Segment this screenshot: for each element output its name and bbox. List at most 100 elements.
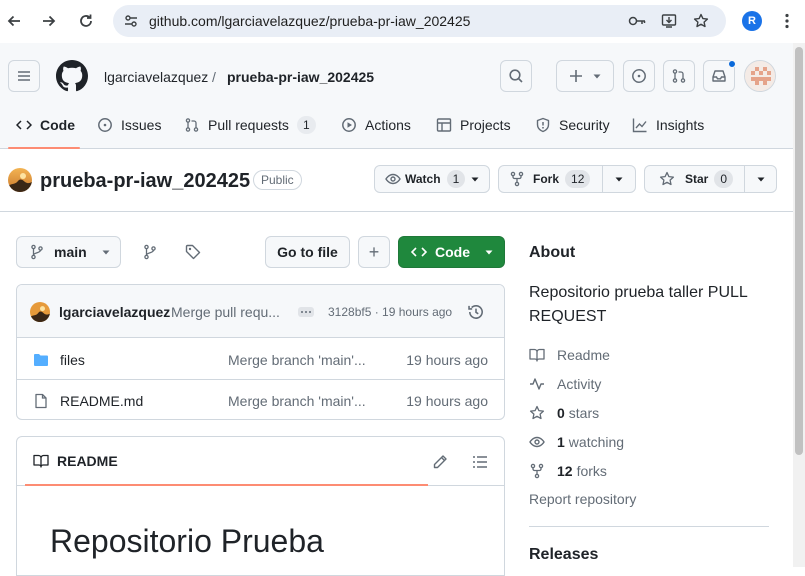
star-button[interactable]: Star 0 — [644, 165, 777, 193]
file-name[interactable]: files — [60, 352, 85, 368]
sidebar-stars-link[interactable]: 0 stars — [529, 403, 599, 423]
sidebar-readme-label: Readme — [557, 347, 610, 363]
edit-pencil-icon[interactable] — [432, 454, 448, 470]
sidebar-watching-link[interactable]: 1 watching — [529, 432, 624, 452]
issue-opened-icon — [98, 118, 112, 132]
hamburger-menu-button[interactable] — [8, 60, 40, 92]
readme-tab[interactable]: README — [33, 453, 118, 469]
file-icon — [33, 393, 49, 409]
watching-count: 1 — [557, 434, 565, 450]
sidebar-activity-link[interactable]: Activity — [529, 374, 601, 394]
readme-heading: Repositorio Prueba — [50, 523, 324, 559]
code-dropdown-button[interactable]: Code — [398, 236, 505, 268]
watch-main[interactable]: Watch 1 — [375, 166, 466, 192]
fork-main[interactable]: Fork 12 — [499, 166, 591, 192]
tab-projects[interactable]: Projects — [436, 113, 511, 137]
code-icon — [16, 120, 32, 130]
commit-sha-time[interactable]: 3128bf5 · 19 hours ago — [328, 305, 452, 319]
triangle-down-icon — [102, 250, 110, 255]
fork-dropdown[interactable] — [605, 166, 633, 192]
tab-label: Issues — [121, 117, 162, 133]
branches-icon[interactable] — [142, 244, 158, 260]
tab-insights[interactable]: Insights — [632, 113, 704, 137]
search-button[interactable] — [500, 60, 532, 92]
browser-toolbar: github.com/lgarciavelazquez/prueba-pr-ia… — [0, 0, 805, 43]
releases-heading[interactable]: Releases — [529, 546, 598, 564]
tab-code[interactable]: Code — [16, 113, 75, 137]
password-key-icon[interactable] — [628, 13, 646, 29]
page-scrollbar[interactable] — [793, 43, 805, 567]
eye-icon — [385, 173, 401, 185]
file-row[interactable]: README.md Merge branch 'main'... 19 hour… — [17, 380, 504, 419]
plus-icon — [570, 70, 582, 82]
tab-label: Pull requests — [208, 117, 289, 133]
inbox-icon — [712, 70, 726, 82]
sidebar-forks-link[interactable]: 12 forks — [529, 461, 607, 481]
star-dropdown[interactable] — [747, 166, 775, 192]
code-icon — [411, 247, 427, 257]
repo-title[interactable]: prueba-pr-iaw_202425 — [40, 170, 250, 193]
pull-requests-button[interactable] — [663, 60, 695, 92]
stars-label: stars — [568, 405, 600, 421]
outline-list-icon[interactable] — [472, 454, 488, 470]
forward-arrow-icon[interactable] — [36, 8, 62, 34]
fork-label: Fork — [533, 172, 560, 186]
tab-label: Projects — [460, 117, 511, 133]
commit-author-avatar[interactable] — [30, 302, 50, 322]
tab-label: Security — [559, 117, 610, 133]
report-repository-link[interactable]: Report repository — [529, 491, 636, 507]
go-to-file-button[interactable]: Go to file — [265, 236, 350, 268]
git-pull-request-icon — [185, 118, 199, 132]
breadcrumb-owner[interactable]: lgarciavelazquez — [104, 69, 208, 85]
url-text[interactable]: github.com/lgarciavelazquez/prueba-pr-ia… — [149, 13, 470, 29]
github-logo-icon[interactable] — [56, 60, 88, 92]
play-icon — [342, 118, 356, 132]
back-arrow-icon[interactable] — [1, 8, 27, 34]
user-avatar[interactable] — [744, 60, 776, 92]
tab-actions[interactable]: Actions — [341, 113, 411, 137]
expand-commit-ellipsis-icon[interactable] — [298, 307, 314, 317]
about-description: Repositorio prueba taller PULL REQUEST — [529, 284, 748, 325]
file-commit-message[interactable]: Merge branch 'main'... — [228, 393, 366, 409]
scrollbar-thumb[interactable] — [795, 47, 803, 455]
watch-button[interactable]: Watch 1 — [374, 165, 490, 193]
breadcrumb-repo[interactable]: prueba-pr-iaw_202425 — [227, 69, 374, 85]
issues-button[interactable] — [623, 60, 655, 92]
branch-name: main — [54, 244, 87, 260]
file-name[interactable]: README.md — [60, 393, 143, 409]
repo-forked-icon — [510, 171, 524, 187]
book-icon — [33, 454, 49, 468]
tab-pull-requests[interactable]: Pull requests 1 — [184, 113, 316, 137]
tab-label: Insights — [656, 117, 705, 133]
star-main[interactable]: Star 0 — [645, 166, 734, 192]
add-file-button[interactable]: + — [358, 236, 390, 268]
history-icon[interactable] — [467, 303, 485, 321]
commit-message[interactable]: Merge pull requ... — [171, 304, 280, 320]
sidebar-activity-label: Activity — [557, 376, 602, 392]
book-icon — [529, 348, 545, 362]
profile-avatar[interactable]: R — [742, 11, 762, 31]
owner-avatar[interactable] — [8, 168, 32, 192]
commit-author[interactable]: lgarciavelazquez — [59, 304, 170, 320]
graph-icon — [632, 118, 647, 133]
tab-label: Code — [40, 117, 75, 133]
pulse-icon — [530, 378, 544, 390]
tag-icon[interactable] — [185, 244, 201, 260]
bookmark-star-icon[interactable] — [693, 13, 709, 29]
create-new-button[interactable] — [556, 60, 614, 92]
branch-select-button[interactable]: main — [16, 236, 121, 268]
issue-opened-icon — [632, 69, 646, 83]
browser-menu-icon[interactable] — [777, 11, 797, 31]
watch-dropdown[interactable] — [461, 166, 489, 192]
address-bar[interactable]: github.com/lgarciavelazquez/prueba-pr-ia… — [113, 5, 726, 37]
triangle-down-icon — [593, 74, 601, 79]
tab-issues[interactable]: Issues — [97, 113, 161, 137]
site-settings-icon[interactable] — [123, 13, 139, 29]
tab-security[interactable]: Security — [535, 113, 610, 137]
fork-button[interactable]: Fork 12 — [498, 165, 636, 193]
file-row[interactable]: files Merge branch 'main'... 19 hours ag… — [17, 339, 504, 380]
install-app-icon[interactable] — [661, 13, 677, 29]
sidebar-readme-link[interactable]: Readme — [529, 345, 610, 365]
file-commit-message[interactable]: Merge branch 'main'... — [228, 352, 366, 368]
reload-icon[interactable] — [73, 8, 99, 34]
